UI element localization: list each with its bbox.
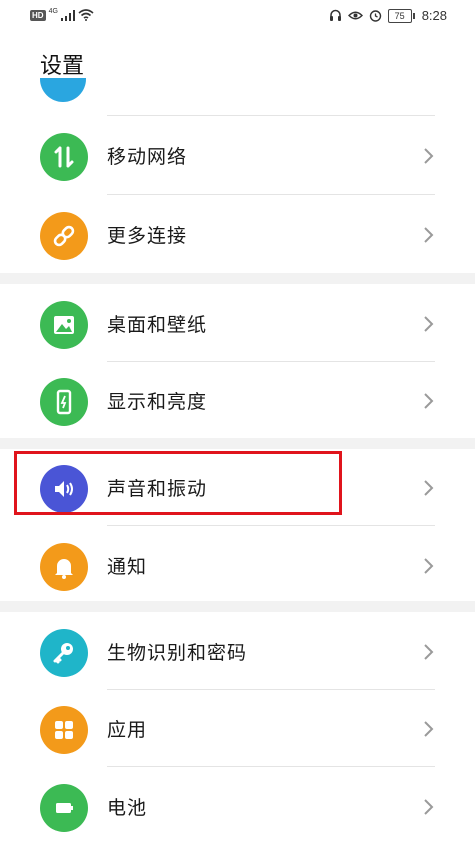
chevron-right-icon — [424, 644, 434, 660]
link-icon — [40, 212, 88, 260]
image-icon — [40, 301, 88, 349]
chevron-right-icon — [424, 227, 434, 243]
settings-item-label: 电池 — [107, 797, 148, 819]
phone-brightness-icon — [40, 378, 88, 426]
clock: 8:28 — [421, 8, 447, 23]
settings-item-notifications[interactable]: 通知 — [0, 526, 475, 604]
updown-arrows-icon — [40, 133, 88, 181]
settings-item-sound-vibration[interactable]: 声音和振动 — [0, 448, 475, 526]
alarm-icon — [369, 10, 381, 22]
network-type: 4G — [48, 7, 58, 15]
settings-item-label: 桌面和壁纸 — [107, 314, 208, 336]
chevron-right-icon — [424, 393, 434, 409]
settings-item-wallpaper[interactable]: 桌面和壁纸 — [0, 284, 475, 362]
group-separator — [0, 601, 475, 612]
settings-item-label: 更多连接 — [107, 225, 188, 247]
settings-item-label: 通知 — [107, 556, 148, 578]
settings-item-mobile-network[interactable]: 移动网络 — [0, 116, 475, 194]
settings-item-more-connections[interactable]: 更多连接 — [0, 195, 475, 273]
settings-item-label: 声音和振动 — [107, 478, 208, 500]
settings-item-biometrics-password[interactable]: 生物识别和密码 — [0, 612, 475, 690]
settings-item-battery[interactable]: 电池 — [0, 767, 475, 845]
chevron-right-icon — [424, 316, 434, 332]
chevron-right-icon — [424, 558, 434, 574]
group-separator — [0, 273, 475, 284]
battery-icon — [40, 784, 88, 832]
partial-item-icon — [40, 78, 86, 102]
settings-item-apps[interactable]: 应用 — [0, 689, 475, 767]
chevron-right-icon — [424, 480, 434, 496]
settings-item-label: 显示和亮度 — [107, 391, 208, 413]
chevron-right-icon — [424, 148, 434, 164]
headset-icon — [329, 9, 341, 21]
settings-item-label: 应用 — [107, 719, 148, 741]
chevron-right-icon — [424, 721, 434, 737]
speaker-icon — [40, 465, 88, 513]
settings-item-label: 移动网络 — [107, 146, 188, 168]
eye-icon — [347, 11, 363, 20]
settings-item-label: 生物识别和密码 — [107, 642, 248, 664]
battery-indicator: 75 — [387, 8, 415, 23]
signal-icon — [60, 9, 75, 21]
grid-icon — [40, 706, 88, 754]
bell-icon — [40, 543, 88, 591]
key-icon — [40, 629, 88, 677]
page-title: 设置 — [40, 54, 85, 79]
status-bar: HD 4G 75 8:28 — [0, 0, 475, 34]
hd-badge: HD — [30, 9, 46, 21]
settings-item-display[interactable]: 显示和亮度 — [0, 361, 475, 439]
wifi-icon — [78, 9, 94, 21]
